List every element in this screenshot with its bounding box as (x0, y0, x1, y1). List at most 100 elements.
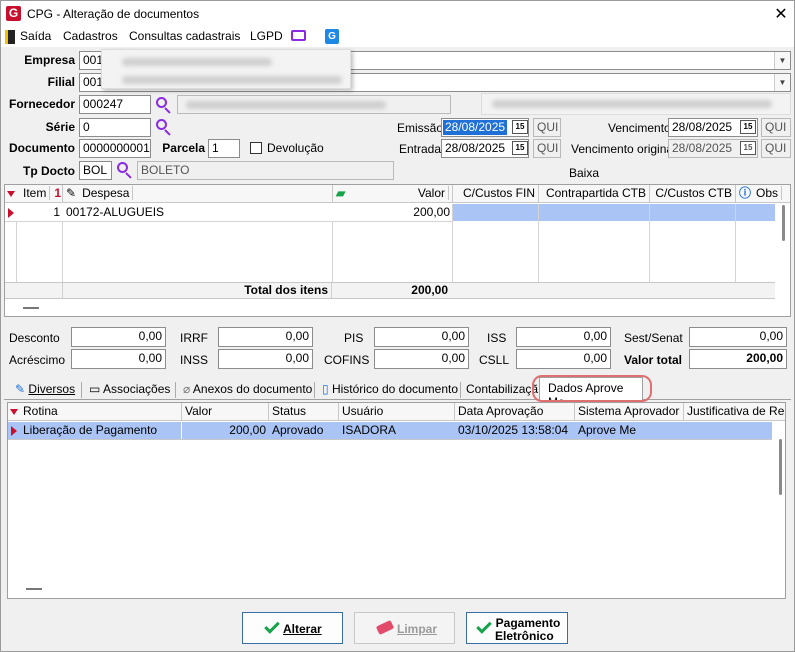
col-obs[interactable]: ⓘ Obs (736, 185, 790, 203)
window-title: CPG - Alteração de documentos (27, 7, 200, 21)
tab-anexos[interactable]: ⌀ Anexos do documento (181, 379, 312, 400)
tpdocto-code-input[interactable]: BOL (79, 161, 112, 180)
exit-door-icon (5, 30, 15, 44)
inss-input[interactable]: 0,00 (218, 349, 313, 369)
chevron-down-icon[interactable]: ▼ (774, 52, 790, 69)
sest-senat-input[interactable]: 0,00 (689, 327, 787, 347)
col-valor[interactable]: ▰ Valor (333, 185, 453, 203)
tab-historico[interactable]: ▯ Histórico do documento (320, 379, 458, 400)
vencimento-label: Vencimento (608, 121, 671, 135)
col-despesa[interactable]: ✎ Despesa (63, 185, 333, 203)
alterar-button[interactable]: Alterar (242, 612, 343, 644)
iss-input[interactable]: 0,00 (516, 327, 611, 347)
valor-total-label: Valor total (624, 353, 683, 367)
serie-input[interactable]: 0 (79, 118, 151, 137)
parcela-input[interactable]: 1 (208, 139, 240, 158)
calendar-icon[interactable]: 15 (512, 120, 528, 134)
sest-senat-label: Sest/Senat (624, 331, 683, 345)
menu-lgpd[interactable]: LGPD (250, 29, 283, 43)
approval-horizontal-scrollbar[interactable] (26, 588, 42, 590)
app-g-icon[interactable]: G (325, 29, 339, 44)
calendar-icon[interactable]: 15 (512, 141, 528, 155)
vencimento-weekday: QUI (761, 118, 791, 137)
approval-justificativa (684, 422, 772, 439)
sort-arrow-icon (7, 191, 15, 197)
monitor-icon[interactable] (291, 30, 306, 41)
col-data-aprovacao[interactable]: Data Aprovação (455, 403, 575, 421)
col-usuario[interactable]: Usuário (339, 403, 455, 421)
calendar-icon[interactable]: 15 (740, 120, 756, 134)
valor-total-input: 200,00 (689, 349, 787, 369)
documento-input[interactable]: 0000000001 (79, 139, 151, 158)
items-grid-row[interactable]: 1 00172-ALUGUEIS 200,00 (5, 204, 775, 221)
devolucao-checkbox[interactable] (250, 142, 262, 154)
col-justificativa[interactable]: Justificativa de Re (684, 403, 785, 421)
fornecedor-search-icon[interactable] (156, 97, 172, 114)
cofins-label: COFINS (324, 353, 370, 367)
serie-search-icon[interactable] (156, 119, 172, 136)
approval-usuario: ISADORA (342, 423, 397, 437)
pis-label: PIS (344, 331, 364, 345)
items-vertical-scrollbar[interactable] (782, 205, 785, 241)
desconto-input[interactable]: 0,00 (71, 327, 166, 347)
col-sistema-aprovador[interactable]: Sistema Aprovador (575, 403, 684, 421)
items-grid[interactable]: Item 1 ✎ Despesa ▰ Valor C/Custos FIN Contr… (4, 184, 791, 317)
tab-diversos[interactable]: ✎ Diversos (13, 379, 75, 400)
limpar-button[interactable]: Limpar (354, 612, 455, 644)
col-valor[interactable]: Valor (182, 403, 269, 421)
irrf-input[interactable]: 0,00 (218, 327, 313, 347)
menu-saida[interactable]: Saída (20, 29, 51, 43)
col-contrapartida-ctb[interactable]: Contrapartida CTB (539, 185, 650, 203)
vencimento-date-input[interactable]: 28/08/2025 15 (668, 118, 758, 137)
items-horizontal-scrollbar[interactable] (23, 307, 39, 309)
row-pointer-icon (11, 426, 17, 436)
col-ccustos-ctb[interactable]: C/Custos CTB (650, 185, 736, 203)
emissao-label: Emissão (397, 121, 444, 135)
col-rotina[interactable]: Rotina (20, 403, 182, 421)
tpdocto-search-icon[interactable] (117, 162, 133, 179)
fornecedor-label: Fornecedor (8, 97, 75, 111)
tab-associacoes[interactable]: ▭ Associações (87, 379, 170, 400)
fornecedor-name-field (177, 95, 451, 114)
eraser-icon (375, 620, 395, 635)
sort-arrow-icon (10, 409, 18, 415)
approval-grid-row[interactable]: Liberação de Pagamento 200,00 Aprovado I… (8, 422, 772, 439)
col-status[interactable]: Status (269, 403, 339, 421)
item-selected-cell[interactable] (453, 204, 775, 221)
irrf-label: IRRF (180, 331, 208, 345)
csll-input[interactable]: 0,00 (516, 349, 611, 369)
chevron-down-icon[interactable]: ▼ (774, 74, 790, 91)
total-items-value: 200,00 (411, 283, 448, 297)
entrada-weekday: QUI (533, 139, 561, 158)
approval-data: 03/10/2025 13:58:04 (458, 423, 569, 437)
emissao-date-input[interactable]: 28/08/2025 15 (441, 118, 529, 137)
main-window: G CPG - Alteração de documentos ✕ Saída … (0, 0, 795, 652)
entrada-date-value: 28/08/2025 (445, 141, 506, 155)
fornecedor-input[interactable]: 000247 (79, 95, 151, 114)
menu-consultas-cadastrais[interactable]: Consultas cadastrais (129, 29, 240, 43)
inss-label: INSS (180, 353, 209, 367)
col-ccustos-fin[interactable]: C/Custos FIN (453, 185, 539, 203)
acrescimo-input[interactable]: 0,00 (71, 349, 166, 369)
entrada-date-input[interactable]: 28/08/2025 15 (441, 139, 529, 158)
cofins-input[interactable]: 0,00 (374, 349, 469, 369)
close-button[interactable]: ✕ (772, 4, 790, 24)
tab-contabilizacao[interactable]: Contabilizaçã (464, 379, 538, 400)
pagamento-eletronico-button[interactable]: Pagamento Eletrônico (466, 612, 568, 644)
approval-vertical-scrollbar[interactable] (779, 439, 782, 495)
devolucao-label: Devolução (267, 141, 324, 155)
approval-grid[interactable]: Rotina Valor Status Usuário Data Aprovaç… (7, 402, 786, 599)
item-number: 1 (53, 205, 60, 219)
approval-sistema: Aprove Me (578, 423, 637, 437)
filial-label: Filial (47, 75, 75, 89)
title-bar: G CPG - Alteração de documentos ✕ (1, 1, 794, 27)
menu-cadastros[interactable]: Cadastros (63, 29, 118, 43)
serie-label: Série (45, 120, 75, 134)
documento-label: Documento (9, 141, 75, 155)
col-item[interactable]: Item 1 (17, 185, 63, 203)
pis-input[interactable]: 0,00 (374, 327, 469, 347)
tpdocto-name-field: BOLETO (137, 161, 394, 180)
venc-original-date-input: 28/08/2025 15 (668, 139, 758, 158)
parcela-label: Parcela (162, 141, 205, 155)
tpdocto-label: Tp Docto (23, 164, 75, 178)
